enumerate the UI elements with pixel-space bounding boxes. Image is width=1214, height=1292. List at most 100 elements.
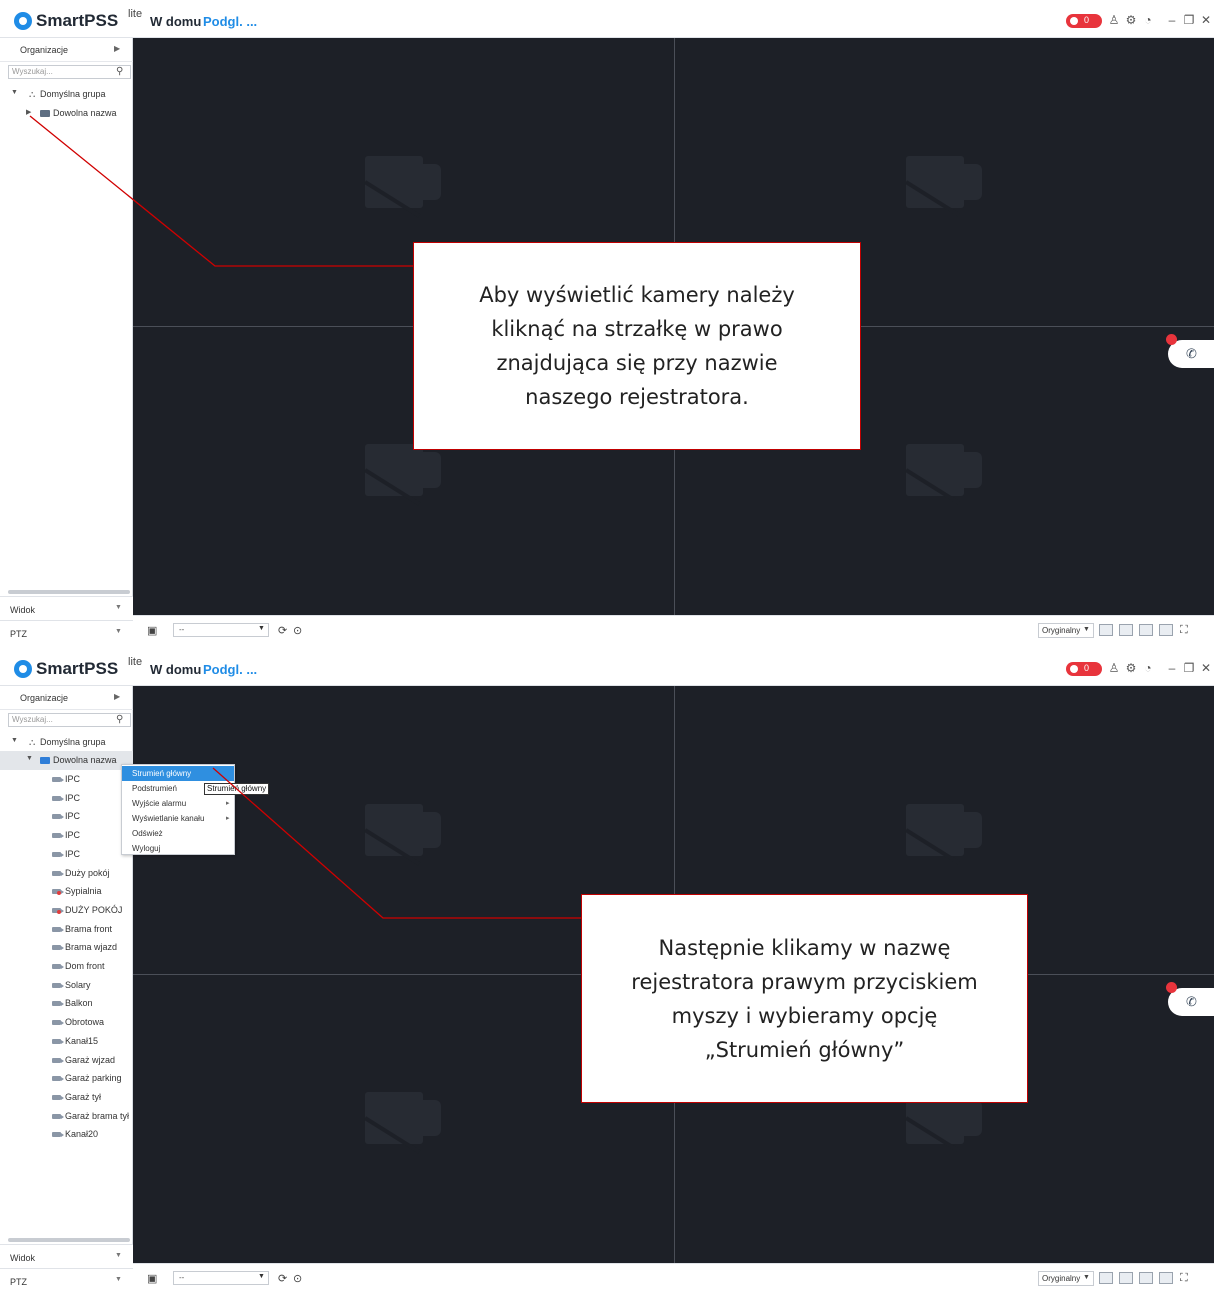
- intercom-tab[interactable]: ✆: [1166, 982, 1214, 1016]
- alarm-badge[interactable]: 0: [1066, 14, 1102, 28]
- performance-icon[interactable]: ◔: [1141, 661, 1155, 675]
- app-name: SmartPSS: [36, 659, 119, 678]
- channel-row[interactable]: IPC: [0, 826, 133, 845]
- camera-icon: [52, 964, 64, 969]
- channel-row[interactable]: IPC: [0, 770, 133, 789]
- channel-row[interactable]: Kanał15: [0, 1032, 133, 1051]
- search-input[interactable]: Wyszukaj... ⚲: [8, 713, 131, 727]
- camera-icon: [52, 907, 64, 914]
- tree-device-row[interactable]: ▶ Dowolna nazwa: [0, 104, 133, 123]
- ptz-panel-toggle[interactable]: PTZ ▼: [0, 620, 133, 644]
- channel-row[interactable]: Garaż brama tył: [0, 1107, 133, 1126]
- tab-home[interactable]: W domu: [150, 662, 201, 677]
- minimize-icon[interactable]: –: [1165, 13, 1179, 27]
- performance-icon[interactable]: ◔: [1141, 13, 1155, 27]
- video-toolbar: ▣ -- ▼ ⟳ ⊙ Oryginalny ▼ ⛶: [133, 1263, 1214, 1292]
- caret-down-icon[interactable]: ▼: [11, 89, 18, 96]
- channel-row[interactable]: Dom front: [0, 957, 133, 976]
- search-placeholder: Wyszukaj...: [12, 67, 53, 76]
- restore-icon[interactable]: ❐: [1182, 661, 1196, 675]
- layout-4-icon[interactable]: [1099, 624, 1113, 636]
- tree-device-row[interactable]: ▼ Dowolna nazwa: [0, 751, 133, 770]
- record-icon[interactable]: ⊙: [293, 1272, 302, 1285]
- custom-layout-icon[interactable]: [1159, 624, 1173, 636]
- caret-down-icon[interactable]: ▼: [26, 755, 33, 762]
- channel-label: Balkon: [65, 998, 93, 1009]
- layout-9-icon[interactable]: [1119, 624, 1133, 636]
- channel-row[interactable]: Obrotowa: [0, 1013, 133, 1032]
- channel-row[interactable]: Brama wjazd: [0, 938, 133, 957]
- alarm-badge[interactable]: 0: [1066, 662, 1102, 676]
- channel-label: Sypialnia: [65, 886, 102, 897]
- scale-select-value: Oryginalny: [1042, 1274, 1081, 1283]
- rotate-icon[interactable]: ⟳: [278, 624, 287, 637]
- view-panel-toggle[interactable]: Widok ▼: [0, 596, 133, 620]
- channel-row[interactable]: Solary: [0, 976, 133, 995]
- custom-layout-icon[interactable]: [1159, 1272, 1173, 1284]
- channel-row[interactable]: Sypialnia: [0, 882, 133, 901]
- channel-row[interactable]: IPC: [0, 845, 133, 864]
- save-view-icon[interactable]: ▣: [147, 624, 157, 637]
- organization-row[interactable]: Organizacje ▶: [0, 38, 133, 62]
- phone-icon: ✆: [1186, 346, 1197, 361]
- menu-item-label: Wyświetlanie kanału: [132, 814, 205, 823]
- device-sidebar: Organizacje ▶ Wyszukaj... ⚲ ▼ ⛬ Domyślna…: [0, 38, 133, 644]
- gear-icon[interactable]: ⚙: [1124, 13, 1138, 27]
- fullscreen-icon[interactable]: ⛶: [1180, 624, 1188, 637]
- minimize-icon[interactable]: –: [1165, 661, 1179, 675]
- layout-9-icon[interactable]: [1119, 1272, 1133, 1284]
- caret-down-icon[interactable]: ▼: [11, 737, 18, 744]
- camera-icon: [52, 851, 64, 857]
- organization-row[interactable]: Organizacje ▶: [0, 686, 133, 710]
- menu-item-logout[interactable]: Wyloguj: [122, 841, 234, 856]
- intercom-tab[interactable]: ✆: [1166, 334, 1214, 368]
- close-icon[interactable]: ✕: [1199, 13, 1213, 27]
- rotate-icon[interactable]: ⟳: [278, 1272, 287, 1285]
- tree-group-row[interactable]: ▼ ⛬ Domyślna grupa: [0, 733, 133, 752]
- layout-16-icon[interactable]: [1139, 624, 1153, 636]
- sidebar-scrollbar[interactable]: [8, 1238, 130, 1242]
- group-label: Domyślna grupa: [40, 737, 106, 747]
- gear-icon[interactable]: ⚙: [1124, 661, 1138, 675]
- save-view-icon[interactable]: ▣: [147, 1272, 157, 1285]
- layout-4-icon[interactable]: [1099, 1272, 1113, 1284]
- channel-row[interactable]: Duży pokój: [0, 864, 133, 883]
- channel-label: Garaż tył: [65, 1091, 102, 1102]
- tree-group-row[interactable]: ▼ ⛬ Domyślna grupa: [0, 85, 133, 104]
- channel-row[interactable]: DUŻY POKÓJ: [0, 901, 133, 920]
- fullscreen-icon[interactable]: ⛶: [1180, 1272, 1188, 1285]
- channel-row[interactable]: Balkon: [0, 994, 133, 1013]
- ptz-panel-toggle[interactable]: PTZ ▼: [0, 1268, 133, 1292]
- search-icon[interactable]: ⚲: [116, 66, 123, 77]
- search-input[interactable]: Wyszukaj... ⚲: [8, 65, 131, 79]
- channel-row[interactable]: Garaż tył: [0, 1088, 133, 1107]
- menu-item-channel-display[interactable]: Wyświetlanie kanału ▸: [122, 811, 234, 826]
- restore-icon[interactable]: ❐: [1182, 13, 1196, 27]
- sidebar-scrollbar[interactable]: [8, 590, 130, 594]
- tab-live-view[interactable]: Podgl. ...: [203, 14, 257, 29]
- menu-item-alarm-output[interactable]: Wyjście alarmu ▸: [122, 796, 234, 811]
- alarm-icon: [1070, 17, 1078, 25]
- menu-item-label: Odśwież: [132, 829, 163, 838]
- menu-item-refresh[interactable]: Odśwież: [122, 826, 234, 841]
- tab-home[interactable]: W domu: [150, 14, 201, 29]
- channel-row[interactable]: Garaż wjzad: [0, 1051, 133, 1070]
- layout-16-icon[interactable]: [1139, 1272, 1153, 1284]
- channel-row[interactable]: Kanał20: [0, 1125, 133, 1144]
- record-icon[interactable]: ⊙: [293, 624, 302, 637]
- user-icon[interactable]: ♙: [1107, 661, 1121, 675]
- caret-right-icon[interactable]: ▶: [26, 108, 31, 116]
- channel-row[interactable]: IPC: [0, 789, 133, 808]
- view-panel-toggle[interactable]: Widok ▼: [0, 1244, 133, 1268]
- close-icon[interactable]: ✕: [1199, 661, 1213, 675]
- channel-row[interactable]: Garaż parking: [0, 1069, 133, 1088]
- channel-row[interactable]: Brama front: [0, 920, 133, 939]
- user-icon[interactable]: ♙: [1107, 13, 1121, 27]
- stream-select[interactable]: -- ▼: [173, 623, 269, 637]
- device-sidebar: Organizacje ▶ Wyszukaj... ⚲ ▼ ⛬ Domyślna…: [0, 686, 133, 1292]
- stream-select[interactable]: -- ▼: [173, 1271, 269, 1285]
- tab-live-view[interactable]: Podgl. ...: [203, 662, 257, 677]
- channel-row[interactable]: IPC: [0, 807, 133, 826]
- menu-item-main-stream[interactable]: Strumień główny: [122, 766, 234, 781]
- search-icon[interactable]: ⚲: [116, 714, 123, 725]
